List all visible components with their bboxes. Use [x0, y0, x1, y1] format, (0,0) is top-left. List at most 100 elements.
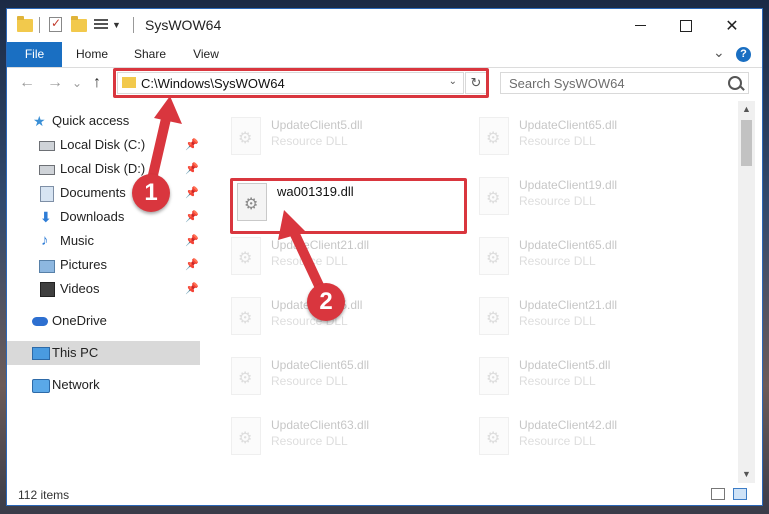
file-item[interactable]: UpdateClient65.dll Resource DLL: [475, 115, 705, 159]
file-item[interactable]: UpdateClient5.dll Resource DLL: [227, 115, 457, 159]
file-name: UpdateClient21.dll: [271, 238, 370, 252]
sidebar-item-label: Documents: [60, 185, 126, 200]
expand-ribbon-icon[interactable]: ⌄: [713, 44, 725, 61]
file-type: Resource DLL: [519, 314, 596, 328]
sidebar-item-local-disk-d[interactable]: Local Disk (D:) 📌: [7, 157, 200, 181]
pin-icon[interactable]: 📌: [185, 186, 199, 199]
file-name: UpdateClient63.dll: [271, 418, 370, 432]
details-view-icon[interactable]: [711, 488, 725, 500]
tab-share[interactable]: Share: [129, 42, 171, 67]
maximize-icon: [680, 19, 692, 32]
file-name: UpdateClient19.dll: [519, 178, 618, 192]
title-bar: ▼ SysWOW64 ✕: [7, 9, 762, 42]
navigation-bar: ← → ⌄ ↑ C:\Windows\SysWOW64 ⌄ ↻ Search S…: [7, 68, 762, 100]
window-title: SysWOW64: [145, 17, 222, 33]
sidebar-item-label: Quick access: [52, 113, 130, 128]
file-type: Resource DLL: [271, 254, 348, 268]
recent-locations-icon[interactable]: ⌄: [72, 76, 82, 90]
search-input[interactable]: Search SysWOW64: [500, 72, 749, 94]
sidebar-item-videos[interactable]: Videos 📌: [7, 277, 200, 301]
sidebar-item-quick-access[interactable]: ★ Quick access: [7, 109, 200, 133]
file-name: UpdateClient5.dll: [271, 118, 363, 132]
divider: [133, 17, 134, 33]
dll-file-icon: [479, 237, 509, 275]
dll-file-icon: [231, 297, 261, 335]
sidebar-item-music[interactable]: ♪ Music 📌: [7, 229, 200, 253]
tab-file[interactable]: File: [7, 42, 62, 67]
sidebar-item-network[interactable]: Network: [7, 373, 200, 397]
file-item[interactable]: UpdateClient65.dll Resource DLL: [227, 355, 457, 399]
dll-file-icon: [479, 117, 509, 155]
sidebar-item-onedrive[interactable]: OneDrive: [7, 309, 200, 333]
new-folder-icon[interactable]: [71, 16, 87, 32]
file-type: Resource DLL: [271, 374, 348, 388]
up-arrow-icon[interactable]: ↑: [93, 74, 101, 92]
status-bar: 112 items: [7, 483, 762, 505]
file-name: UpdateClient5.dll: [519, 358, 611, 372]
pin-icon[interactable]: 📌: [185, 234, 199, 247]
back-arrow-icon[interactable]: ←: [19, 74, 35, 92]
file-item[interactable]: UpdateClient19.dll Resource DLL: [475, 175, 705, 219]
sidebar-item-label: Pictures: [60, 257, 107, 272]
videos-icon: [40, 282, 55, 297]
search-placeholder: Search SysWOW64: [509, 76, 625, 91]
file-type: Resource DLL: [271, 434, 348, 448]
dll-file-icon: [479, 177, 509, 215]
item-count: 112 items: [18, 488, 70, 502]
step-2-badge: 2: [307, 283, 345, 321]
file-item[interactable]: UpdateClient63.dll Resource DLL: [227, 415, 457, 459]
chevron-down-icon[interactable]: ▼: [112, 20, 121, 36]
vertical-scrollbar[interactable]: ▲ ▼: [738, 101, 755, 483]
navigation-pane: ★ Quick access Local Disk (C:) 📌 Local D…: [7, 101, 202, 483]
properties-check-icon[interactable]: [49, 16, 62, 32]
file-type: Resource DLL: [271, 134, 348, 148]
pin-icon[interactable]: 📌: [185, 138, 199, 151]
this-pc-icon: [32, 347, 50, 360]
file-item[interactable]: UpdateClient42.dll Resource DLL: [475, 415, 705, 459]
maximize-button[interactable]: [663, 9, 709, 42]
pin-icon[interactable]: 📌: [185, 162, 199, 175]
sidebar-item-label: OneDrive: [52, 313, 107, 328]
folder-icon: [17, 16, 33, 32]
scrollbar-thumb[interactable]: [741, 120, 752, 166]
pin-icon[interactable]: 📌: [185, 258, 199, 271]
minimize-button[interactable]: [617, 9, 663, 42]
file-item[interactable]: UpdateClient21.dll Resource DLL: [227, 235, 457, 279]
large-icons-view-icon[interactable]: [733, 488, 747, 500]
sidebar-item-label: Downloads: [60, 209, 125, 224]
file-item[interactable]: UpdateClient21.dll Resource DLL: [475, 295, 705, 339]
file-type: Resource DLL: [519, 434, 596, 448]
file-explorer-window: ▼ SysWOW64 ✕ File Home Share View ⌄ ? ← …: [6, 8, 763, 506]
sidebar-item-local-disk-c[interactable]: Local Disk (C:) 📌: [7, 133, 200, 157]
dll-file-icon: [231, 237, 261, 275]
forward-arrow-icon[interactable]: →: [47, 74, 63, 92]
sidebar-item-pictures[interactable]: Pictures 📌: [7, 253, 200, 277]
sidebar-item-this-pc[interactable]: This PC: [7, 341, 200, 365]
file-list: UpdateClient5.dll Resource DLL wa001319.…: [203, 101, 738, 483]
file-type: Resource DLL: [519, 134, 596, 148]
customize-toolbar-icon[interactable]: [94, 17, 108, 31]
network-icon: [32, 379, 50, 393]
star-icon: ★: [33, 113, 46, 129]
scroll-down-icon[interactable]: ▼: [742, 469, 751, 479]
dll-file-icon: [479, 417, 509, 455]
step-1-badge: 1: [132, 174, 170, 212]
ribbon-tabs: File Home Share View ⌄ ?: [7, 42, 762, 68]
pin-icon[interactable]: 📌: [185, 282, 199, 295]
file-item[interactable]: UpdateClient65.dll Resource DLL: [475, 235, 705, 279]
drive-icon: [39, 141, 55, 151]
sidebar-item-label: This PC: [52, 345, 99, 360]
music-icon: ♪: [41, 232, 49, 249]
close-button[interactable]: ✕: [709, 9, 755, 42]
pin-icon[interactable]: 📌: [185, 210, 199, 223]
file-item[interactable]: UpdateClient5.dll Resource DLL: [475, 355, 705, 399]
tab-view[interactable]: View: [187, 42, 225, 67]
sidebar-item-label: Local Disk (D:): [60, 161, 146, 176]
sidebar-item-downloads[interactable]: ⬇ Downloads 📌: [7, 205, 200, 229]
help-icon[interactable]: ?: [736, 47, 751, 62]
sidebar-item-documents[interactable]: Documents 📌: [7, 181, 200, 205]
tab-home[interactable]: Home: [71, 42, 113, 67]
dll-file-icon: [479, 357, 509, 395]
drive-icon: [39, 165, 55, 175]
scroll-up-icon[interactable]: ▲: [742, 104, 751, 114]
